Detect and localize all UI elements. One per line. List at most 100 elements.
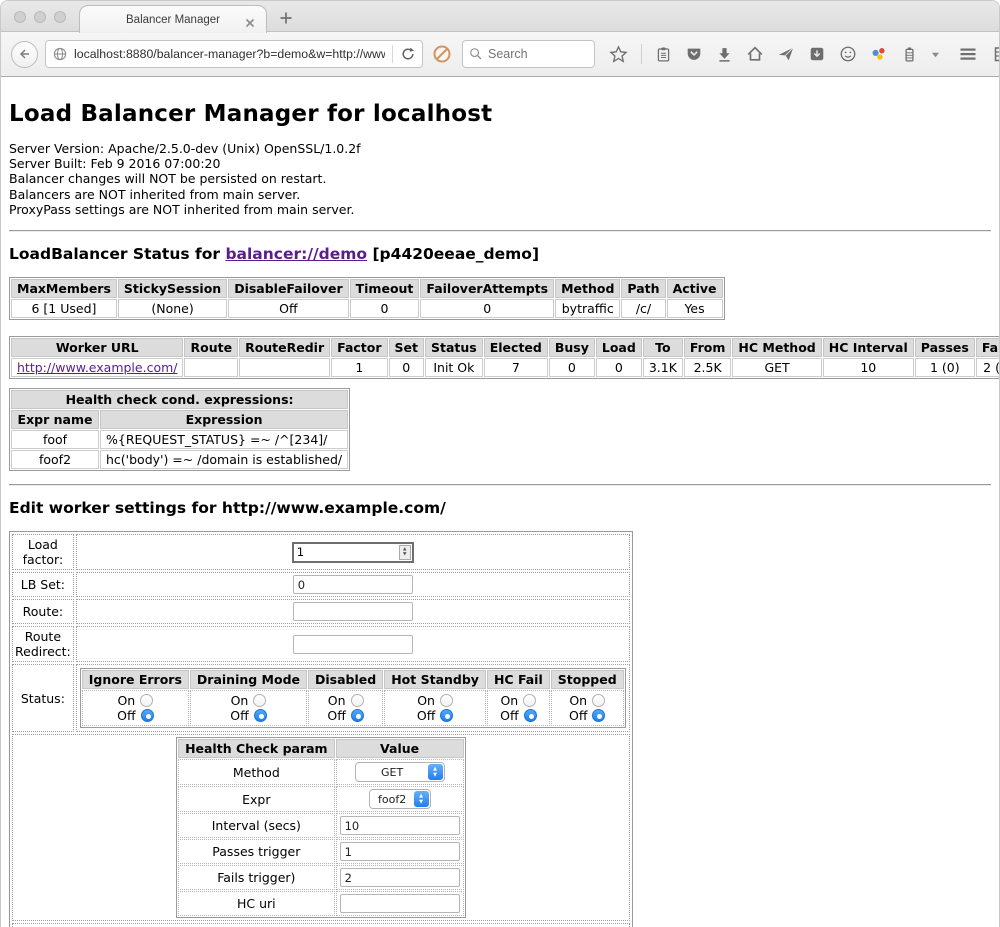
battery-extension-icon[interactable] — [901, 46, 918, 63]
server-built-line: Server Built: Feb 9 2016 07:00:20 — [9, 156, 991, 171]
load-factor-field-wrap: ▲▼ — [292, 542, 414, 563]
home-icon[interactable] — [746, 45, 764, 63]
divider — [9, 484, 991, 486]
radio-on[interactable] — [351, 694, 364, 707]
search-icon — [469, 47, 483, 61]
hc-uri-input[interactable] — [340, 894, 460, 913]
route-label: Route: — [12, 599, 74, 624]
url-text[interactable]: localhost:8880/balancer-manager?b=demo&w… — [74, 47, 385, 61]
select-arrows-icon: ▲▼ — [428, 764, 443, 780]
send-tab-icon[interactable] — [777, 45, 795, 63]
back-button[interactable] — [11, 41, 38, 68]
load-factor-input[interactable] — [294, 545, 399, 559]
proxypass-warning-line: ProxyPass settings are NOT inherited fro… — [9, 202, 991, 217]
status-radio-table: Ignore Errors Draining Mode Disabled Hot… — [80, 668, 626, 728]
share-colored-dots-icon[interactable] — [870, 45, 888, 63]
route-redirect-label: Route Redirect: — [12, 626, 74, 662]
toolbar-right-group — [958, 44, 1000, 64]
window-zoom-button[interactable] — [54, 11, 66, 23]
menu-hamburger-icon[interactable] — [958, 44, 978, 64]
hc-fails-input[interactable] — [340, 868, 460, 887]
worker-url-link[interactable]: http://www.example.com/ — [17, 360, 177, 375]
route-redirect-input[interactable] — [293, 635, 413, 654]
reading-list-icon[interactable] — [655, 46, 672, 63]
worker-status-table: Worker URL Route RouteRedir Factor Set S… — [9, 336, 1000, 379]
overflow-caret-icon[interactable] — [931, 50, 940, 59]
reload-icon[interactable] — [400, 46, 416, 62]
bookmark-star-icon[interactable] — [609, 45, 628, 64]
radio-off[interactable] — [524, 709, 537, 722]
toolbar-divider — [641, 44, 642, 64]
url-bar[interactable]: localhost:8880/balancer-manager?b=demo&w… — [45, 40, 423, 68]
col-hc-fail: HC Fail — [487, 670, 550, 689]
health-check-param-table: Health Check param Value Method GET ▲▼ — [176, 737, 466, 918]
col-hot-standby: Hot Standby — [384, 670, 486, 689]
table-row: foof2 hc('body') =~ /domain is establish… — [11, 450, 348, 469]
server-info: Server Version: Apache/2.5.0-dev (Unix) … — [9, 141, 991, 217]
radio-on[interactable] — [440, 694, 453, 707]
health-check-expressions-table: Health check cond. expressions: Expr nam… — [9, 388, 350, 471]
window-controls — [14, 11, 66, 23]
balancer-link[interactable]: balancer://demo — [225, 245, 367, 263]
page-title: Load Balancer Manager for localhost — [9, 101, 991, 127]
col-failoverattempts: FailoverAttempts — [420, 279, 554, 298]
site-identity-globe-icon[interactable] — [52, 46, 68, 62]
radio-on[interactable] — [253, 694, 266, 707]
radio-off[interactable] — [254, 709, 267, 722]
sidebar-grid-icon[interactable] — [993, 44, 1000, 64]
radio-on[interactable] — [592, 694, 605, 707]
hc-passes-label: Passes trigger — [178, 839, 335, 864]
search-input[interactable] — [488, 47, 588, 61]
urlbar-divider — [392, 45, 393, 63]
number-spinner[interactable]: ▲▼ — [399, 545, 411, 560]
radio-off[interactable] — [592, 709, 605, 722]
downloads-icon[interactable] — [716, 46, 733, 63]
browser-window: Balancer Manager localhost:8880/balancer… — [0, 0, 1000, 927]
save-page-icon[interactable] — [808, 45, 826, 63]
table-row: http://www.example.com/ 1 0 Init Ok 7 0 … — [11, 358, 1000, 377]
col-worker-url: Worker URL — [11, 338, 183, 357]
balancers-warning-line: Balancers are NOT inherited from main se… — [9, 187, 991, 202]
radio-off[interactable] — [440, 709, 453, 722]
expr-table-title: Health check cond. expressions: — [11, 390, 348, 409]
col-hc-param: Health Check param — [178, 739, 335, 758]
search-bar[interactable] — [462, 40, 595, 68]
pocket-icon[interactable] — [685, 45, 703, 63]
window-close-button[interactable] — [14, 11, 26, 23]
col-expression: Expression — [100, 410, 348, 429]
radio-on[interactable] — [140, 694, 153, 707]
col-expr-name: Expr name — [11, 410, 99, 429]
hc-method-select[interactable]: GET ▲▼ — [355, 762, 445, 782]
hc-method-label: Method — [178, 759, 335, 785]
hc-expr-select[interactable]: foof2 ▲▼ — [369, 789, 431, 809]
col-path: Path — [621, 279, 665, 298]
col-timeout: Timeout — [350, 279, 420, 298]
col-method: Method — [555, 279, 620, 298]
route-input[interactable] — [293, 602, 413, 621]
window-minimize-button[interactable] — [34, 11, 46, 23]
new-tab-button[interactable] — [279, 10, 293, 24]
tab-close-icon[interactable] — [244, 14, 256, 26]
persist-warning-line: Balancer changes will NOT be persisted o… — [9, 171, 991, 186]
tab-title: Balancer Manager — [126, 14, 220, 26]
lb-set-input[interactable] — [293, 575, 413, 594]
status-label: Status: — [12, 664, 74, 732]
toolbar-icons — [609, 44, 940, 64]
hot-standby-radio-group: On Off — [384, 690, 486, 726]
browser-tab[interactable]: Balancer Manager — [79, 5, 267, 33]
feedback-smiley-icon[interactable] — [839, 45, 857, 63]
table-row: 6 [1 Used] (None) Off 0 0 bytraffic /c/ … — [11, 299, 723, 318]
radio-on[interactable] — [523, 694, 536, 707]
col-active: Active — [667, 279, 723, 298]
hc-passes-input[interactable] — [340, 842, 460, 861]
col-ignore-errors: Ignore Errors — [82, 670, 189, 689]
col-draining-mode: Draining Mode — [190, 670, 307, 689]
hc-interval-input[interactable] — [340, 816, 460, 835]
adblock-icon[interactable] — [432, 44, 452, 64]
edit-worker-heading: Edit worker settings for http://www.exam… — [9, 499, 991, 517]
hc-interval-label: Interval (secs) — [178, 813, 335, 838]
hc-fails-label: Fails trigger) — [178, 865, 335, 890]
balancer-status-table: MaxMembers StickySession DisableFailover… — [9, 277, 725, 320]
radio-off[interactable] — [351, 709, 364, 722]
radio-off[interactable] — [141, 709, 154, 722]
